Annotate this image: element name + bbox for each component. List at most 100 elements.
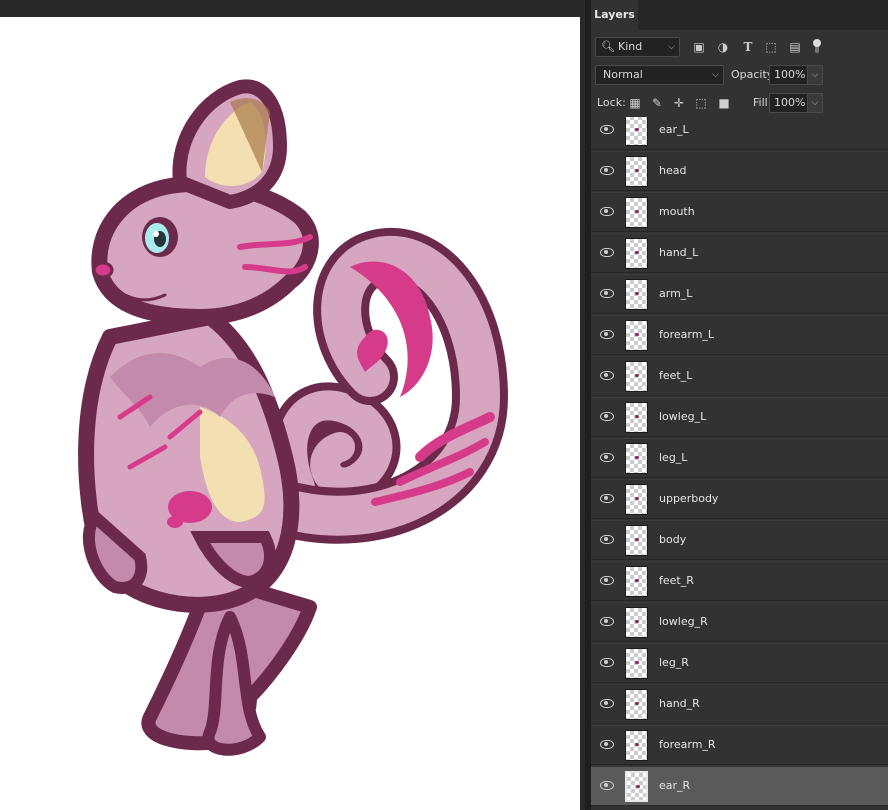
blend-mode-select[interactable]: Normal ⌵ [595, 65, 724, 85]
tab-layers[interactable]: Layers [591, 0, 638, 30]
fill-input[interactable]: 100% [769, 93, 809, 113]
blend-mode-value: Normal [603, 68, 643, 81]
shape-filter-icon[interactable]: ⬚ [762, 38, 780, 56]
layer-thumbnail[interactable] [625, 689, 648, 720]
layer-row[interactable]: feet_L [591, 356, 888, 396]
layer-row[interactable]: lowleg_L [591, 397, 888, 437]
layer-thumbnail[interactable] [625, 484, 648, 515]
filter-kind-label: Kind [618, 40, 643, 53]
layer-name[interactable]: leg_R [659, 644, 689, 682]
type-filter-icon[interactable]: T [739, 38, 757, 56]
layer-thumbnail[interactable] [625, 197, 648, 228]
layer-thumbnail[interactable] [625, 525, 648, 556]
layer-row[interactable]: forearm_L [591, 315, 888, 355]
visibility-eye-icon[interactable] [599, 572, 615, 588]
document-canvas[interactable] [0, 17, 580, 810]
lock-all-icon[interactable]: ■ [716, 94, 732, 112]
layer-thumbnail[interactable] [625, 361, 648, 392]
layer-thumbnail[interactable] [625, 730, 648, 761]
panel-tab-bar: Layers [591, 0, 888, 30]
layer-row[interactable]: arm_L [591, 274, 888, 314]
visibility-eye-icon[interactable] [599, 203, 615, 219]
layer-name[interactable]: feet_R [659, 562, 694, 600]
layer-name[interactable]: upperbody [659, 480, 718, 518]
layer-thumbnail[interactable] [625, 279, 648, 310]
layer-list: ear_Lhead mouth hand_L arm_L forearm_L feet_L… [591, 117, 888, 810]
layer-name[interactable]: forearm_R [659, 726, 716, 764]
chevron-down-icon: ⌵ [668, 42, 675, 52]
visibility-eye-icon[interactable] [599, 285, 615, 301]
lock-position-icon[interactable]: ✛ [671, 94, 687, 112]
visibility-eye-icon[interactable] [599, 449, 615, 465]
layer-thumbnail[interactable] [625, 443, 648, 474]
layer-name[interactable]: lowleg_R [659, 603, 708, 641]
lock-label: Lock: [597, 96, 626, 109]
layer-thumbnail[interactable] [625, 117, 648, 146]
filter-kind-select[interactable]: 🔍︎ Kind ⌵ [595, 37, 680, 57]
layer-row[interactable]: lowleg_R [591, 602, 888, 642]
visibility-eye-icon[interactable] [599, 367, 615, 383]
visibility-eye-icon[interactable] [599, 162, 615, 178]
visibility-eye-icon[interactable] [599, 244, 615, 260]
layer-row[interactable]: ear_L [591, 117, 888, 150]
lock-image-pixels-icon[interactable]: ✎ [649, 94, 665, 112]
visibility-eye-icon[interactable] [599, 326, 615, 342]
visibility-eye-icon[interactable] [599, 531, 615, 547]
visibility-eye-icon[interactable] [599, 777, 615, 793]
layer-row[interactable]: feet_R [591, 561, 888, 601]
layer-thumbnail[interactable] [625, 648, 648, 679]
opacity-dropdown-button[interactable]: ⌵ [807, 65, 823, 85]
layer-name[interactable]: head [659, 152, 686, 190]
visibility-eye-icon[interactable] [599, 654, 615, 670]
layer-name[interactable]: arm_L [659, 275, 692, 313]
layer-name[interactable]: hand_L [659, 234, 698, 272]
adjustment-filter-icon[interactable]: ◑ [714, 38, 732, 56]
layer-filter-bar: 🔍︎ Kind ⌵ ▣ ◑ T ⬚ ▤ [591, 33, 888, 61]
layer-name[interactable]: ear_L [659, 117, 689, 149]
chevron-down-icon: ⌵ [712, 70, 719, 80]
layer-name[interactable]: forearm_L [659, 316, 714, 354]
visibility-eye-icon[interactable] [599, 121, 615, 137]
filter-toggle-icon[interactable] [813, 39, 821, 53]
layer-row[interactable]: body [591, 520, 888, 560]
layer-name[interactable]: mouth [659, 193, 695, 231]
layer-row[interactable]: leg_L [591, 438, 888, 478]
layer-thumbnail[interactable] [625, 566, 648, 597]
layer-row[interactable]: hand_L [591, 233, 888, 273]
smart-object-filter-icon[interactable]: ▤ [786, 38, 804, 56]
chevron-down-icon: ⌵ [811, 70, 819, 80]
visibility-eye-icon[interactable] [599, 613, 615, 629]
visibility-eye-icon[interactable] [599, 490, 615, 506]
layer-name[interactable]: leg_L [659, 439, 687, 477]
visibility-eye-icon[interactable] [599, 408, 615, 424]
layer-name[interactable]: body [659, 521, 686, 559]
layer-thumbnail[interactable] [625, 238, 648, 269]
fill-dropdown-button[interactable]: ⌵ [807, 93, 823, 113]
layer-row[interactable]: ear_R [591, 766, 888, 806]
layers-panel: Layers 🔍︎ Kind ⌵ ▣ ◑ T ⬚ ▤ Normal ⌵ Opac… [591, 0, 888, 810]
layer-thumbnail[interactable] [625, 607, 648, 638]
layer-name[interactable]: hand_R [659, 685, 700, 723]
visibility-eye-icon[interactable] [599, 736, 615, 752]
layer-thumbnail[interactable] [625, 320, 648, 351]
layer-row[interactable]: upperbody [591, 479, 888, 519]
image-filter-icon[interactable]: ▣ [690, 38, 708, 56]
layer-row[interactable]: forearm_R [591, 725, 888, 765]
search-icon: 🔍︎ [601, 40, 615, 53]
layer-name[interactable]: ear_R [659, 767, 690, 805]
layer-name[interactable]: feet_L [659, 357, 692, 395]
opacity-input[interactable]: 100% [769, 65, 809, 85]
visibility-eye-icon[interactable] [599, 695, 615, 711]
layer-row[interactable]: mouth [591, 192, 888, 232]
layer-row[interactable]: hand_R [591, 684, 888, 724]
layer-thumbnail[interactable] [625, 156, 648, 187]
layer-row[interactable]: head [591, 151, 888, 191]
layer-name[interactable]: lowleg_L [659, 398, 706, 436]
cat-artwork [78, 79, 509, 756]
layer-thumbnail[interactable] [625, 771, 648, 802]
layer-row[interactable]: leg_R [591, 643, 888, 683]
lock-options-bar: Lock: ▦ ✎ ✛ ⬚ ■ Fill: 100% ⌵ [591, 89, 888, 117]
layer-thumbnail[interactable] [625, 402, 648, 433]
lock-transparent-pixels-icon[interactable]: ▦ [627, 94, 643, 112]
lock-artboard-icon[interactable]: ⬚ [693, 94, 709, 112]
